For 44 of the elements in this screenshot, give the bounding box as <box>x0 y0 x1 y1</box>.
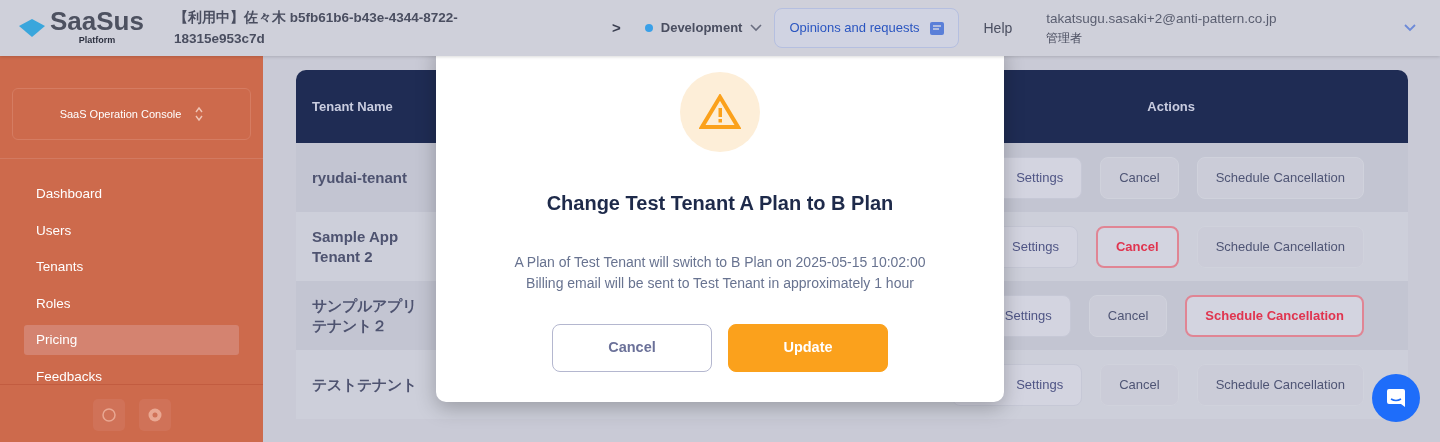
sidebar-item[interactable]: Tenants <box>24 252 239 283</box>
tenant-name: テストテナント <box>311 374 418 395</box>
sidebar-item[interactable]: Pricing <box>24 325 239 356</box>
dialog-message: A Plan of Test Tenant will switch to B Plan on 2025-05-15 10:02:00 <box>514 253 926 272</box>
sidebar-item[interactable]: Users <box>24 215 239 246</box>
chevron-down-icon <box>750 24 763 32</box>
logo-icon <box>18 18 46 38</box>
settings-icon <box>147 408 162 422</box>
user-email: takatsugu.sasaki+2@anti-pattern.co.jp <box>1046 10 1277 28</box>
column-header: Actions <box>1147 97 1195 116</box>
environment-selector[interactable]: Development <box>660 18 743 38</box>
cancel-button[interactable]: Cancel <box>1088 294 1168 337</box>
help-icon <box>101 408 116 422</box>
tenant-name: サンプルアプリテナント２ <box>311 295 418 336</box>
breadcrumb-separator: > <box>612 17 621 38</box>
warning-icon <box>699 94 741 130</box>
cancel-button[interactable]: Cancel <box>552 324 712 372</box>
tenant-label: 18315e953c7d <box>174 30 266 48</box>
help-button[interactable] <box>92 399 125 431</box>
dialog-title: Change Test Tenant A Plan to B Plan <box>546 191 894 216</box>
sidebar-item[interactable]: Roles <box>24 288 239 319</box>
tenant-name: ryudai-tenant <box>311 167 408 188</box>
cancel-button[interactable]: Cancel <box>1096 225 1179 268</box>
feedback-button[interactable]: Opinions and requests <box>774 8 959 48</box>
logo-text: SaaSus <box>50 8 144 35</box>
cancel-button[interactable]: Cancel <box>1100 156 1179 199</box>
dialog-message: Billing email will be sent to Test Tenant in approximately 1 hour <box>525 274 915 293</box>
tenant-label: 【利用中】佐々木 b5fb61b6-b43e-4344-8722- <box>174 9 459 27</box>
help-link[interactable]: Help <box>983 17 1013 39</box>
sidebar-item[interactable]: Dashboard <box>24 179 239 209</box>
logo-subtitle: Platform <box>77 34 117 48</box>
settings-button[interactable] <box>138 399 171 431</box>
console-selector[interactable]: SaaS Operation Console <box>12 88 251 140</box>
chat-icon <box>1385 387 1407 409</box>
schedule-cancellation-button[interactable]: Schedule Cancellation <box>1185 294 1364 337</box>
sort-icon <box>195 106 204 122</box>
sidebar-item[interactable]: Feedbacks <box>24 361 239 392</box>
chevron-down-icon <box>1404 24 1416 32</box>
chat-button[interactable] <box>1372 374 1420 422</box>
column-header: Tenant Name <box>311 97 393 116</box>
user-role: 管理者 <box>1046 30 1084 47</box>
tenant-name: Sample App Tenant 2 <box>311 226 400 267</box>
message-icon <box>929 21 944 35</box>
schedule-cancellation-button[interactable]: Schedule Cancellation <box>1196 156 1364 199</box>
